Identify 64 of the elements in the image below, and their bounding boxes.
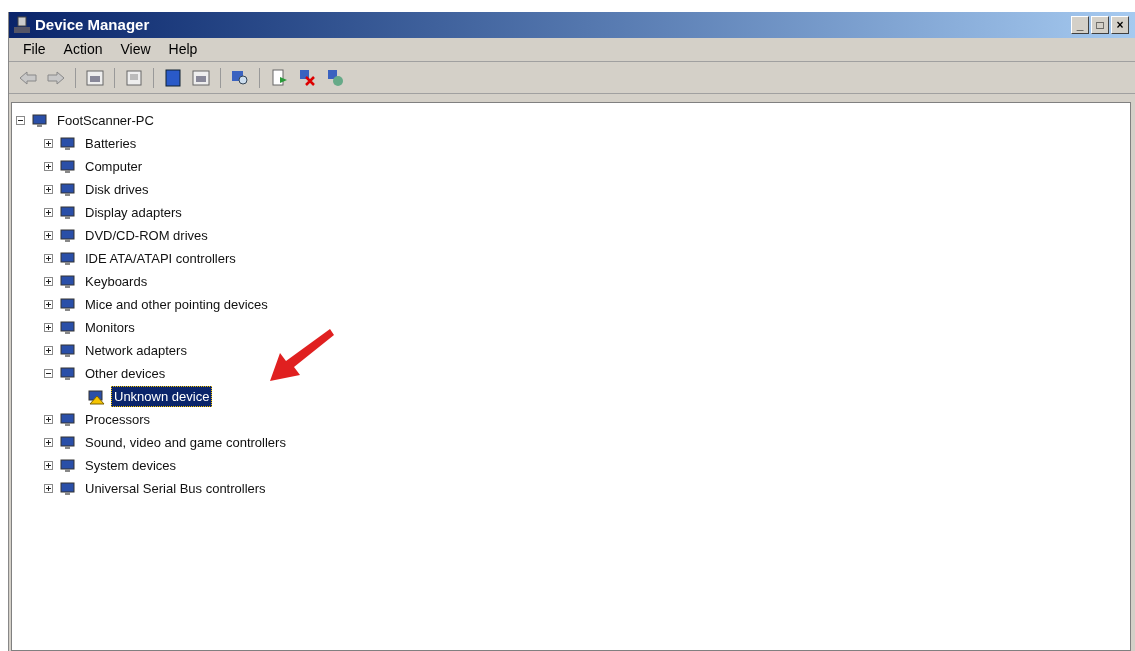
tree-item[interactable]: Unknown device [111,385,213,408]
tree-item[interactable]: DVD/CD-ROM drives [83,225,210,246]
expand-icon[interactable] [44,484,53,493]
tree-item[interactable]: Batteries [83,133,139,154]
panel-icon[interactable] [86,68,104,87]
collapse-icon[interactable] [44,369,53,378]
minimize-button[interactable]: _ [1071,16,1089,34]
menu-item[interactable]: Action [63,39,103,60]
window-title: Device Manager [35,14,150,35]
expand-icon[interactable] [44,300,53,309]
tree-item[interactable]: Keyboards [83,271,150,292]
expand-icon[interactable] [44,185,53,194]
tree-item[interactable]: Universal Serial Bus controllers [83,478,268,499]
tree-item[interactable]: Computer [83,156,145,177]
device-icon [59,457,77,474]
device-icon [59,434,77,451]
device-icon [59,181,77,198]
device-icon [59,342,77,359]
expand-icon[interactable] [44,438,53,447]
expand-icon[interactable] [44,139,53,148]
collapse-icon[interactable] [16,116,25,125]
warning-device-icon [87,388,105,405]
tree-item[interactable]: Mice and other pointing devices [83,294,270,315]
panel-icon[interactable] [192,68,210,87]
expand-icon[interactable] [44,254,53,263]
device-icon [59,227,77,244]
expand-icon[interactable] [44,162,53,171]
expand-icon[interactable] [44,208,53,217]
device-icon [31,112,49,129]
device-icon [59,204,77,221]
expand-icon[interactable] [44,277,53,286]
device-icon [59,135,77,152]
tree-item[interactable]: Disk drives [83,179,151,200]
expand-icon[interactable] [44,461,53,470]
tree-item[interactable]: Monitors [83,317,137,338]
computer-icon [13,16,31,34]
tree-item[interactable]: Display adapters [83,202,184,223]
expand-icon[interactable] [44,346,53,355]
maximize-button[interactable]: □ [1091,16,1109,34]
tree-item[interactable]: Processors [83,409,153,430]
tree-item[interactable]: FootScanner-PC [55,110,156,131]
expand-icon[interactable] [44,323,53,332]
device-icon [59,411,77,428]
device-icon [59,296,77,313]
device-icon [59,319,77,336]
device-icon [59,273,77,290]
close-button[interactable]: × [1111,16,1129,34]
device-icon [59,250,77,267]
menu-item[interactable]: Help [168,39,198,60]
menu-item[interactable]: View [120,39,151,60]
expand-icon[interactable] [44,231,53,240]
expand-icon[interactable] [44,415,53,424]
tree-item[interactable]: IDE ATA/ATAPI controllers [83,248,238,269]
document-icon[interactable] [270,68,288,87]
tree-item[interactable]: System devices [83,455,179,476]
cross-icon[interactable] [298,68,316,87]
tree-item[interactable]: Network adapters [83,340,189,361]
device-icon [59,158,77,175]
device-icon [59,480,77,497]
device-icon [59,365,77,382]
tree-item[interactable]: Other devices [83,363,168,384]
tree-item[interactable]: Sound, video and game controllers [83,432,288,453]
arrow-drawing [268,327,334,383]
menu-item[interactable]: File [23,39,46,60]
